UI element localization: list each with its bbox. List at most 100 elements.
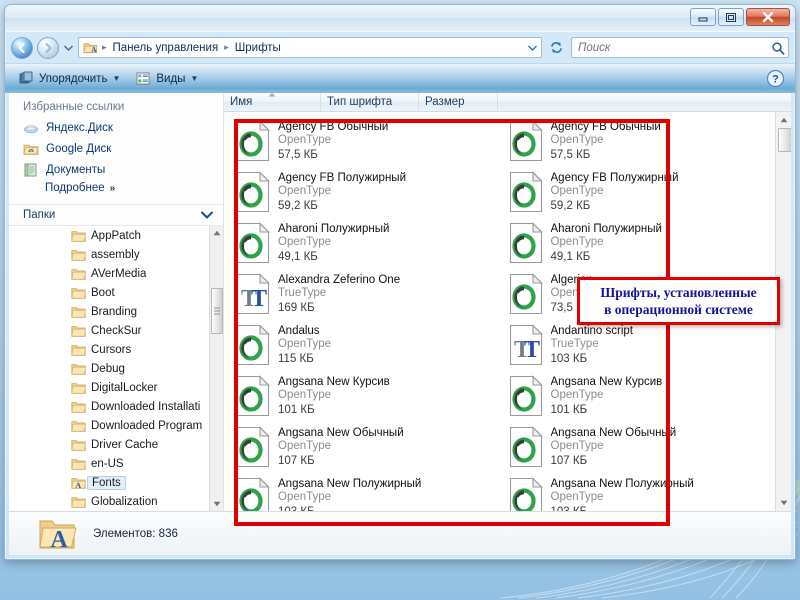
maximize-icon [725,12,737,23]
column-header-size[interactable]: Размер [419,93,498,111]
font-type: TrueType [551,337,633,352]
font-size: 49,1 КБ [551,250,662,264]
font-type: TrueType [278,286,400,301]
folder-tree-label: Boot [91,287,115,299]
opentype-font-icon [236,171,270,213]
folder-tree-item[interactable]: AppPatch [9,226,209,245]
help-button[interactable]: ? [766,69,785,88]
folder-tree-item[interactable]: CheckSur [9,321,209,340]
font-tile[interactable]: Aharoni ПолужирныйOpenType49,1 КБ [230,219,503,270]
font-tile-text: Angsana New ОбычныйOpenType107 КБ [278,424,404,468]
folder-icon [71,286,86,300]
font-name: Angsana New Обычный [278,427,404,439]
font-tile[interactable]: Angsana New ОбычныйOpenType107 КБ [503,423,776,474]
caret-down-icon [213,501,221,507]
back-button[interactable] [11,37,33,59]
scroll-track[interactable] [210,240,224,497]
sidebar-item-yandex-disk[interactable]: Яндекс.Диск [9,117,223,138]
font-tile[interactable]: Agency FB ОбычныйOpenType57,5 КБ [503,117,776,168]
sidebar-item-google-drive[interactable]: Google Диск [9,138,223,159]
folder-tree-item[interactable]: assembly [9,245,209,264]
folder-tree-item[interactable]: Branding [9,302,209,321]
folder-tree-item[interactable]: AVerMedia [9,264,209,283]
font-tile-text: Agency FB ПолужирныйOpenType59,2 КБ [278,169,406,213]
font-tile[interactable]: Angsana New КурсивOpenType101 КБ [503,372,776,423]
scroll-down-button[interactable] [776,495,792,511]
folder-tree-item[interactable]: Boot [9,283,209,302]
folder-tree-item[interactable]: Downloaded Installati [9,397,209,416]
folders-section-header[interactable]: Папки [9,205,223,226]
forward-arrow-icon [42,42,54,54]
back-arrow-icon [16,42,28,54]
folder-tree-label: Fonts [87,476,126,490]
folder-tree-items: AppPatch assembly AVerMedia Boot Brandin… [9,226,209,511]
font-tile[interactable]: Agency FB ОбычныйOpenType57,5 КБ [230,117,503,168]
breadcrumb-dropdown-button[interactable] [525,45,539,51]
views-button[interactable]: Виды ▼ [130,68,204,89]
folder-tree-item[interactable]: Driver Cache [9,435,209,454]
refresh-icon [549,40,564,55]
folder-tree-item[interactable]: Globalization [9,492,209,511]
font-tile[interactable]: T T Andantino scriptTrueType103 КБ [503,321,776,372]
folder-tree-item[interactable]: Cursors [9,340,209,359]
folder-icon [71,400,86,414]
folder-tree[interactable]: AppPatch assembly AVerMedia Boot Brandin… [9,226,223,511]
scroll-thumb[interactable] [778,128,792,152]
scroll-up-button[interactable] [210,226,224,240]
scroll-thumb[interactable] [211,288,223,334]
close-icon [761,11,775,23]
folder-tree-item[interactable]: Downloaded Program [9,416,209,435]
opentype-font-icon [236,324,270,366]
organize-icon [19,71,34,86]
refresh-button[interactable] [546,37,567,58]
font-tile[interactable]: T T Alexandra Zeferino OneTrueType169 КБ [230,270,503,321]
sidebar-label: Яндекс.Диск [46,122,113,134]
font-tile[interactable]: AndalusOpenType115 КБ [230,321,503,372]
folder-icon [71,248,86,262]
breadcrumb-item-control-panel[interactable]: Панель управления [110,41,222,55]
breadcrumb-separator: ▸ [101,42,108,53]
minimize-button[interactable] [690,8,716,26]
history-dropdown-button[interactable] [63,45,74,51]
column-header-name[interactable]: Имя [224,93,321,111]
svg-text:A: A [50,527,68,553]
font-type: OpenType [278,133,388,148]
scroll-down-button[interactable] [210,497,224,511]
folder-tree-item[interactable]: en-US [9,454,209,473]
organize-button[interactable]: Упорядочить ▼ [13,68,126,89]
maximize-button[interactable] [718,8,744,26]
search-icon[interactable] [771,41,785,55]
folder-tree-item[interactable]: Debug [9,359,209,378]
column-header-extra[interactable] [498,93,791,111]
search-input[interactable] [578,42,771,54]
folder-tree-item[interactable]: A Fonts [9,473,209,492]
folder-tree-label: Debug [91,363,125,375]
column-header-font-type[interactable]: Тип шрифта [321,93,419,111]
folder-tree-item[interactable]: DigitalLocker [9,378,209,397]
sidebar-item-documents[interactable]: Документы [9,159,223,180]
breadcrumb-item-fonts[interactable]: Шрифты [232,41,284,55]
font-tile[interactable]: Aharoni ПолужирныйOpenType49,1 КБ [503,219,776,270]
folder-icon [71,362,86,376]
font-name: Aharoni Полужирный [278,223,389,235]
close-button[interactable] [746,8,790,26]
search-box[interactable] [571,37,789,58]
font-tile[interactable]: Angsana New ПолужирныйOpenType103 КБ [503,474,776,511]
font-tile[interactable]: Agency FB ПолужирныйOpenType59,2 КБ [503,168,776,219]
grip-icon [214,307,220,315]
font-tile[interactable]: Angsana New ПолужирныйOpenType103 КБ [230,474,503,511]
folder-tree-scrollbar[interactable] [209,226,223,511]
font-tile[interactable]: Angsana New КурсивOpenType101 КБ [230,372,503,423]
font-size: 115 КБ [278,352,331,366]
organize-caret: ▼ [112,74,120,83]
font-tile[interactable]: Agency FB ПолужирныйOpenType59,2 КБ [230,168,503,219]
font-name: Angsana New Обычный [551,427,677,439]
forward-button[interactable] [37,37,59,59]
svg-text:T: T [524,337,540,363]
breadcrumb[interactable]: A ▸ Панель управления ▸ Шрифты [78,37,542,58]
views-icon [136,71,151,86]
more-links-button[interactable]: Подробнее » [9,180,223,198]
truetype-font-icon: T T [236,273,270,315]
scroll-up-button[interactable] [776,112,792,128]
font-tile[interactable]: Angsana New ОбычныйOpenType107 КБ [230,423,503,474]
